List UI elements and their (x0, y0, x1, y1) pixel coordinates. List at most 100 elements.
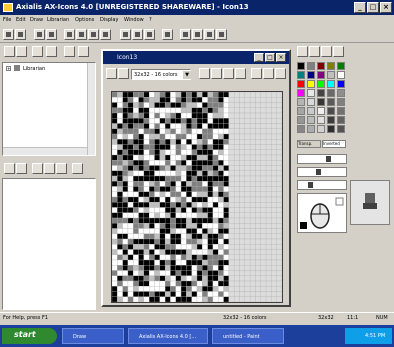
record-icon[interactable] (32, 163, 43, 174)
palette-swatch[interactable] (327, 80, 335, 88)
lib-remove-icon[interactable] (78, 46, 89, 57)
icon-list-panel[interactable] (2, 178, 96, 310)
palette-swatch[interactable] (337, 71, 345, 79)
format-select[interactable]: 32x32 - 16 colors ▼ (131, 69, 191, 80)
lib-save-icon[interactable] (32, 46, 43, 57)
start-button[interactable]: start (2, 328, 57, 344)
minimize-button[interactable]: _ (354, 2, 366, 13)
color-picker-icon[interactable] (192, 29, 203, 40)
task-button-axialis[interactable]: Axialis AX-Icons 4.0 [... (128, 328, 208, 344)
palette-swatch[interactable] (297, 107, 305, 115)
editor-minimize-button[interactable]: _ (254, 53, 264, 62)
copy-icon[interactable] (76, 29, 87, 40)
undo-icon[interactable] (100, 29, 111, 40)
editor-tool5-icon[interactable] (251, 68, 262, 79)
palette-swatch[interactable] (317, 125, 325, 133)
palette-swatch[interactable] (307, 107, 315, 115)
menu-file[interactable]: File (3, 17, 11, 23)
properties-icon[interactable] (72, 163, 83, 174)
palette-swatch[interactable] (297, 116, 305, 124)
palette-swatch[interactable] (337, 125, 345, 133)
zoom-out-icon[interactable] (144, 29, 155, 40)
palette-swatch[interactable] (297, 89, 305, 97)
list-view-icon[interactable] (4, 163, 15, 174)
tree-root-label[interactable]: Librarian (23, 66, 45, 72)
palette-swatch[interactable] (297, 98, 305, 106)
palette-swatch[interactable] (327, 116, 335, 124)
close-button[interactable]: × (380, 2, 392, 13)
palette-swatch[interactable] (297, 80, 305, 88)
menu-draw[interactable]: Draw (30, 17, 43, 23)
palette-swatch[interactable] (307, 89, 315, 97)
task-button-paint[interactable]: untitled - Paint (212, 328, 284, 344)
editor-tool4-icon[interactable] (235, 68, 246, 79)
palette-swatch[interactable] (317, 80, 325, 88)
editor-maximize-button[interactable]: □ (265, 53, 275, 62)
help-icon[interactable] (216, 29, 227, 40)
lib-add-icon[interactable] (64, 46, 75, 57)
palette-swatch[interactable] (307, 80, 315, 88)
librarian-tree[interactable]: + Librarian (2, 62, 96, 156)
lib-open-icon[interactable] (16, 46, 27, 57)
tree-expander-icon[interactable]: + (6, 66, 11, 71)
pixel-canvas[interactable] (111, 91, 283, 303)
palette-swatch[interactable] (317, 98, 325, 106)
palette-swatch[interactable] (337, 89, 345, 97)
inverted-tab[interactable]: Inverted (322, 140, 346, 148)
editor-tool3-icon[interactable] (223, 68, 234, 79)
zoom-in-icon[interactable] (132, 29, 143, 40)
pal-tool4-icon[interactable] (333, 46, 344, 57)
editor-new-format-icon[interactable] (118, 68, 129, 79)
cut-icon[interactable] (64, 29, 75, 40)
paste-icon[interactable] (88, 29, 99, 40)
palette-swatch[interactable] (307, 71, 315, 79)
slider-thumb[interactable] (326, 156, 331, 162)
pixel-grid[interactable] (111, 91, 283, 303)
large-icons-icon[interactable] (16, 163, 27, 174)
palette-swatch[interactable] (317, 62, 325, 70)
editor-tool1-icon[interactable] (199, 68, 210, 79)
editor-tool2-icon[interactable] (211, 68, 222, 79)
open-icon[interactable] (15, 29, 26, 40)
menu-display[interactable]: Display (100, 17, 118, 23)
palette-swatch[interactable] (327, 71, 335, 79)
pal-tool1-icon[interactable] (297, 46, 308, 57)
pal-tool3-icon[interactable] (321, 46, 332, 57)
maximize-button[interactable]: □ (367, 2, 379, 13)
editor-tool7-icon[interactable] (275, 68, 286, 79)
details-view-icon[interactable] (56, 163, 67, 174)
transparent-tab[interactable]: Transp. (297, 140, 321, 148)
palette-swatch[interactable] (307, 62, 315, 70)
task-button-draw[interactable]: Draw (62, 328, 124, 344)
lib-close-icon[interactable] (46, 46, 57, 57)
palette-swatch[interactable] (307, 116, 315, 124)
chevron-down-icon[interactable]: ▼ (183, 71, 191, 79)
fill-icon[interactable] (204, 29, 215, 40)
slider-thumb[interactable] (316, 169, 321, 175)
palette-swatch[interactable] (307, 125, 315, 133)
palette-swatch[interactable] (327, 62, 335, 70)
pal-tool2-icon[interactable] (309, 46, 320, 57)
palette-swatch[interactable] (297, 71, 305, 79)
editor-save-icon[interactable] (106, 68, 117, 79)
editor-tool6-icon[interactable] (263, 68, 274, 79)
new-icon[interactable] (3, 29, 14, 40)
tree-hscrollbar[interactable] (3, 147, 87, 155)
palette-swatch[interactable] (327, 89, 335, 97)
test-icon[interactable] (162, 29, 173, 40)
menu-window[interactable]: Window (124, 17, 144, 23)
palette-swatch[interactable] (317, 89, 325, 97)
palette-swatch[interactable] (297, 62, 305, 70)
palette-swatch[interactable] (297, 125, 305, 133)
palette-swatch[interactable] (327, 98, 335, 106)
menu-librarian[interactable]: Librarian (47, 17, 69, 23)
palette-swatch[interactable] (317, 116, 325, 124)
palette-swatch[interactable] (337, 116, 345, 124)
grid-icon[interactable] (120, 29, 131, 40)
palette-swatch[interactable] (327, 125, 335, 133)
menu-edit[interactable]: Edit (16, 17, 26, 23)
slider-3[interactable] (297, 180, 347, 190)
palette-swatch[interactable] (317, 71, 325, 79)
palette-swatch[interactable] (337, 98, 345, 106)
slider-1[interactable] (297, 154, 347, 164)
